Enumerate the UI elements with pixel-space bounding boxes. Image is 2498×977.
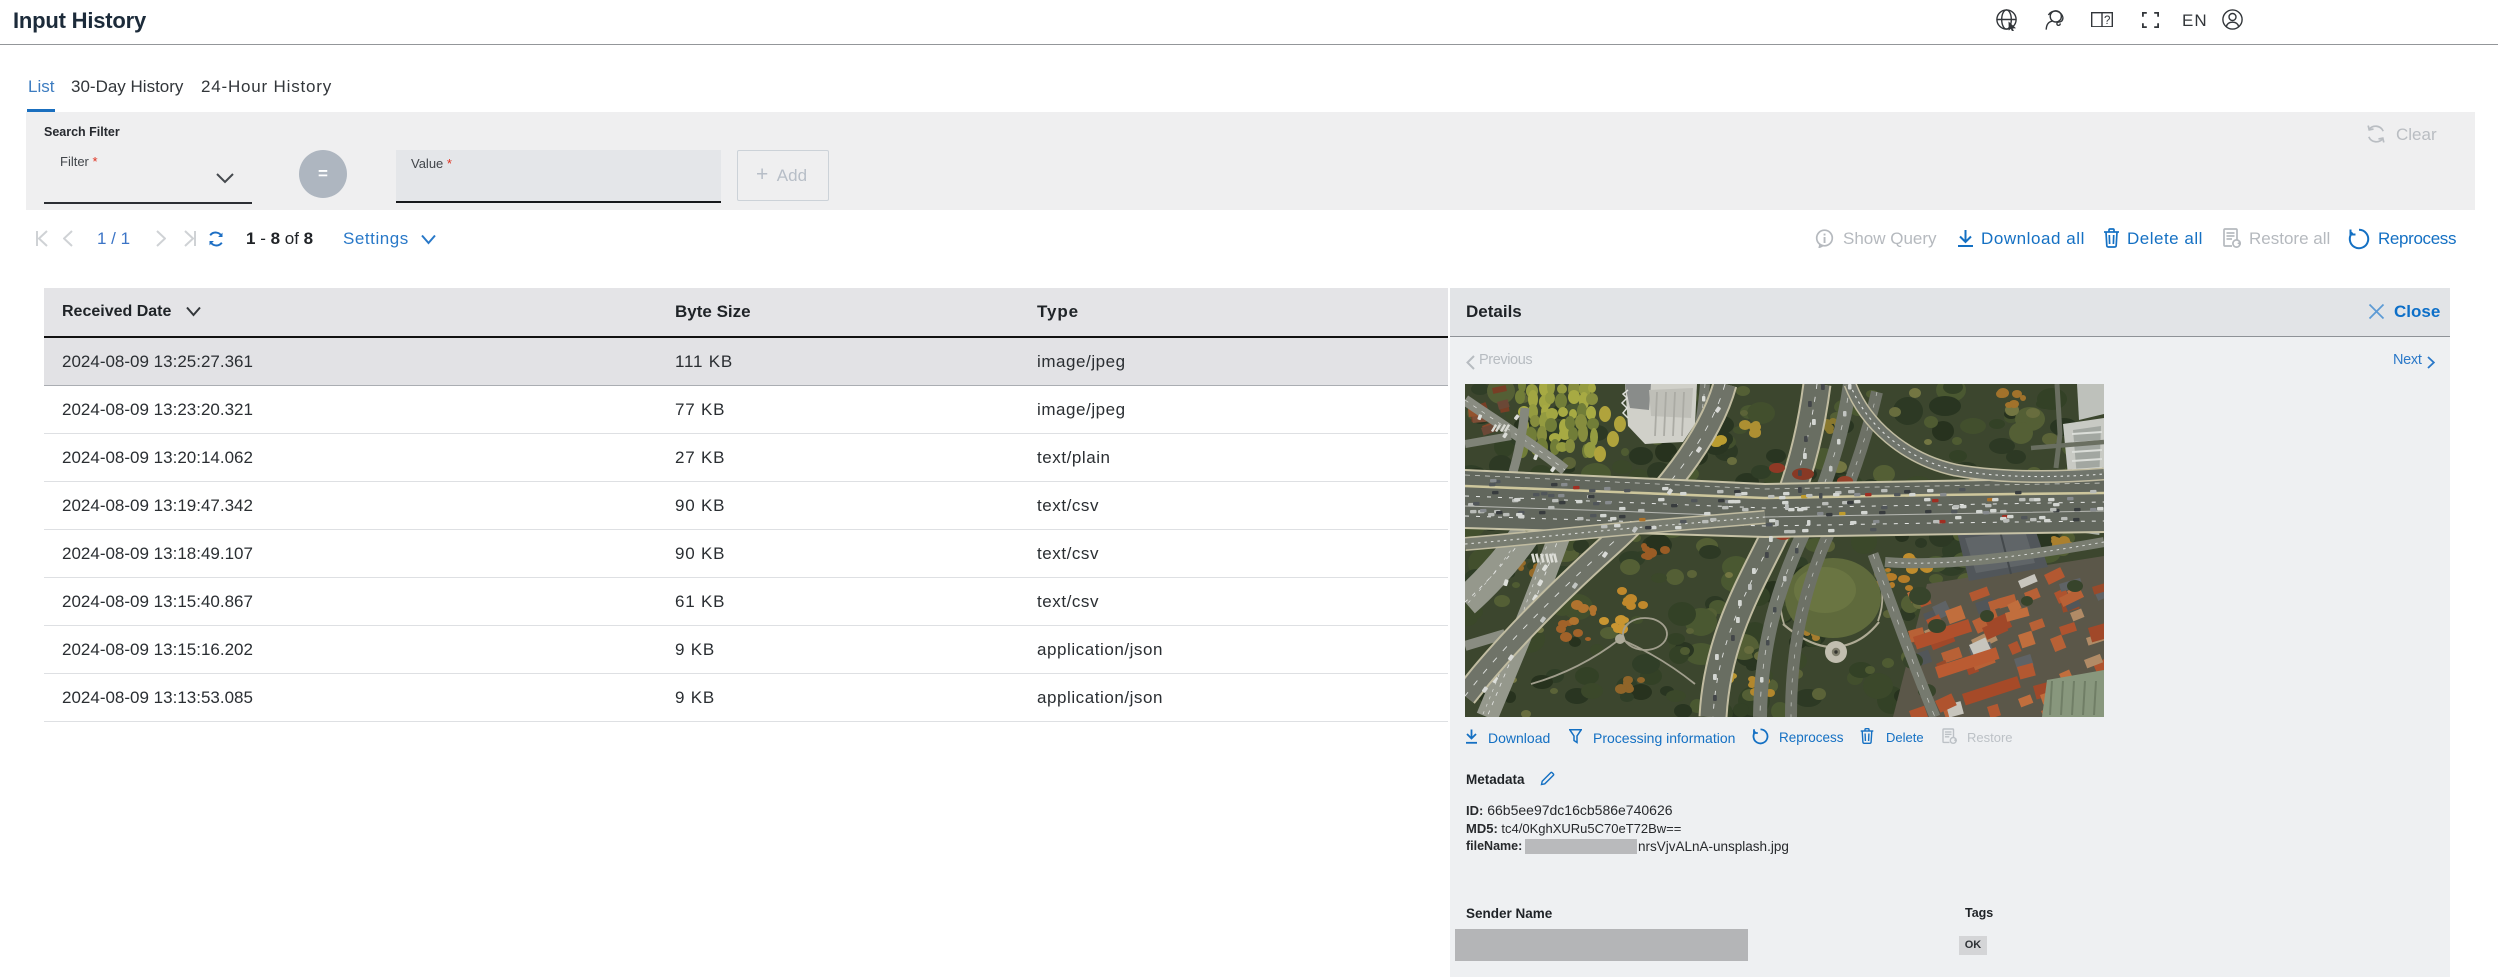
svg-text:?: ?	[2104, 15, 2110, 27]
